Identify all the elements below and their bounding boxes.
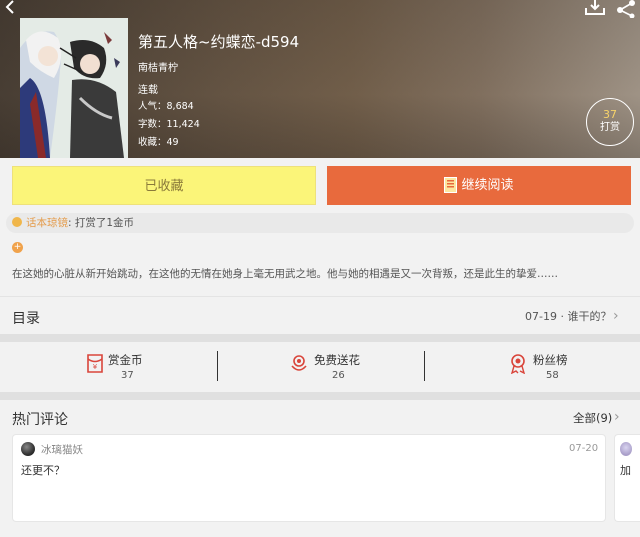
collected-label: 已收藏 bbox=[144, 179, 184, 194]
svg-text:¥: ¥ bbox=[93, 363, 98, 371]
comment-text: 还更不？ bbox=[21, 464, 65, 477]
share-icon bbox=[617, 0, 635, 19]
notice-text: : 打赏了1金币 bbox=[68, 217, 135, 229]
avatar[interactable] bbox=[620, 442, 632, 456]
book-title: 第五人格~约蝶恋-d594 bbox=[138, 33, 300, 51]
share-button[interactable] bbox=[614, 0, 638, 19]
book-favorites: 收藏：49 bbox=[138, 137, 179, 148]
divider bbox=[0, 296, 640, 297]
comment-date: 07-20 bbox=[569, 443, 599, 454]
continue-reading-label: 继续阅读 bbox=[461, 178, 514, 193]
stat-free-flowers[interactable]: 免费送花 26 bbox=[218, 343, 424, 390]
comment-card[interactable]: 冰璃猫妖 07-20 还更不？ bbox=[12, 434, 606, 522]
stat-value: 26 bbox=[332, 370, 345, 381]
stat-value: 37 bbox=[121, 370, 134, 381]
stats-bar: ¥ 赏金币 37 免费送花 26 粉丝榜 58 bbox=[12, 343, 628, 390]
book-author[interactable]: 南桔青柠 bbox=[138, 59, 178, 74]
notice-user[interactable]: 话本琼镜 bbox=[26, 217, 68, 229]
cover-illustration bbox=[20, 18, 128, 158]
flower-icon bbox=[291, 355, 307, 371]
hot-comments-title: 热门评论 bbox=[12, 412, 68, 428]
toc-chevron-icon[interactable]: › bbox=[613, 309, 619, 323]
reward-notice: 话本琼镜: 打赏了1金币 bbox=[6, 213, 634, 233]
download-icon bbox=[585, 0, 605, 15]
book-status: 连载 bbox=[138, 85, 158, 96]
back-arrow-icon bbox=[5, 0, 14, 14]
continue-reading-button[interactable]: 继续阅读 bbox=[327, 166, 631, 205]
all-comments-link[interactable]: 全部(9) bbox=[573, 410, 612, 426]
comment-text: 加 bbox=[620, 464, 631, 477]
stat-fan-ranking[interactable]: 粉丝榜 58 bbox=[425, 343, 628, 390]
book-header: 第五人格~约蝶恋-d594 南桔青柠 连载 人气：8,684 字数：11,424… bbox=[0, 0, 640, 158]
stat-label: 粉丝榜 bbox=[533, 353, 568, 367]
latest-chapter[interactable]: 07-19 · 谁干的？ bbox=[525, 308, 611, 324]
section-band bbox=[0, 334, 640, 342]
stat-gold-coins[interactable]: ¥ 赏金币 37 bbox=[12, 343, 217, 390]
collected-button[interactable]: 已收藏 bbox=[12, 166, 316, 205]
expand-plus-icon[interactable]: + bbox=[12, 242, 23, 253]
coin-icon bbox=[12, 217, 22, 227]
red-envelope-icon: ¥ bbox=[87, 354, 103, 373]
download-button[interactable] bbox=[584, 0, 606, 16]
book-icon bbox=[444, 176, 458, 193]
tip-label: 打赏 bbox=[600, 122, 620, 133]
stat-label: 免费送花 bbox=[314, 353, 360, 367]
tip-button[interactable]: 37 打赏 bbox=[586, 98, 634, 146]
book-cover[interactable] bbox=[20, 18, 128, 158]
book-word-count: 字数：11,424 bbox=[138, 119, 200, 130]
back-button[interactable] bbox=[4, 0, 26, 14]
stat-label: 赏金币 bbox=[108, 353, 143, 367]
tip-count: 37 bbox=[603, 108, 617, 121]
stat-value: 58 bbox=[546, 370, 559, 381]
section-band bbox=[0, 392, 640, 400]
avatar[interactable] bbox=[21, 442, 35, 456]
comment-user[interactable]: 冰璃猫妖 bbox=[41, 442, 83, 457]
book-summary: 在这她的心脏从新开始跳动，在这他的无情在她身上毫无用武之地。他与她的相遇是又一次… bbox=[12, 268, 558, 280]
book-popularity: 人气：8,684 bbox=[138, 101, 194, 112]
ribbon-award-icon bbox=[510, 354, 526, 374]
toc-label[interactable]: 目录 bbox=[12, 308, 40, 328]
comments-chevron-icon[interactable]: › bbox=[614, 410, 620, 424]
comment-card[interactable]: 加 bbox=[614, 434, 640, 522]
